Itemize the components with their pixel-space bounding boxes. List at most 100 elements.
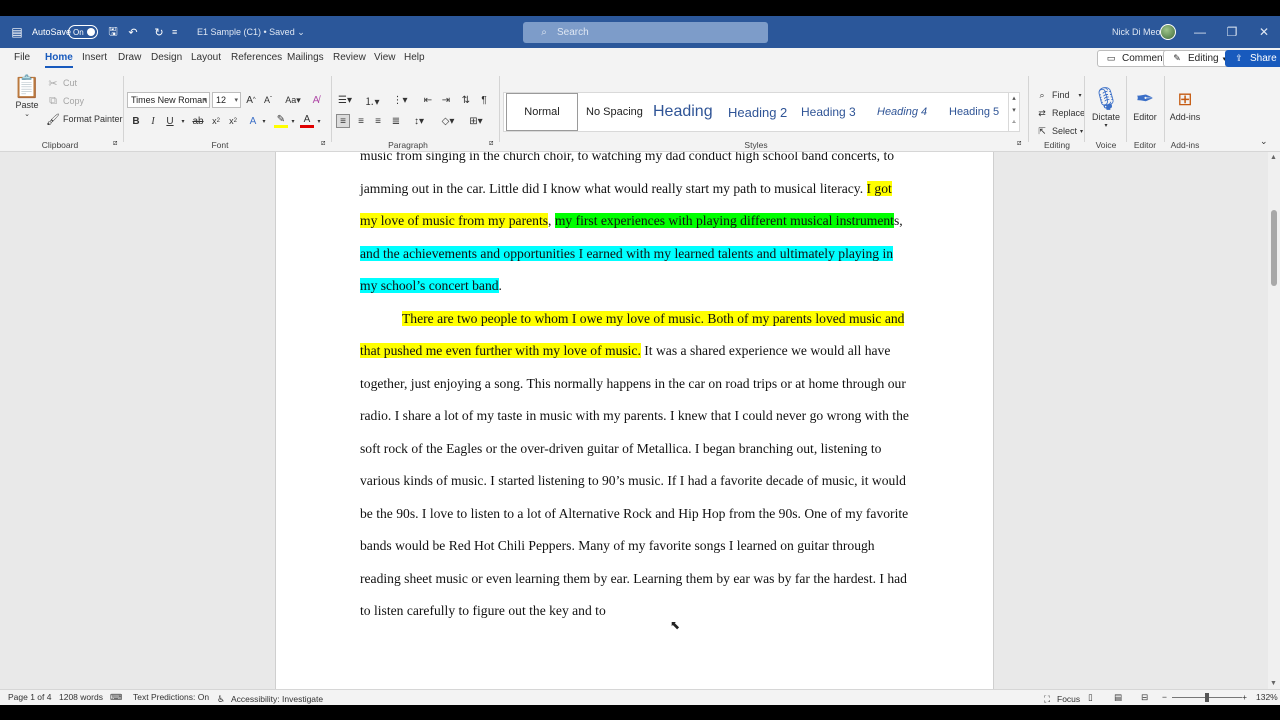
select-button[interactable]: ⇱ Select ▾: [1035, 124, 1083, 138]
tab-draw[interactable]: Draw: [118, 52, 141, 63]
text-effects-dropdown-icon[interactable]: ▾: [257, 114, 271, 128]
page-count[interactable]: Page 1 of 4: [8, 692, 51, 702]
align-center-icon[interactable]: ≡: [354, 114, 368, 128]
document-body[interactable]: music from singing in the church choir, …: [360, 152, 912, 628]
highlighter-dropdown-icon[interactable]: ▾: [286, 114, 300, 128]
vertical-scrollbar[interactable]: ▲ ▼: [1268, 152, 1280, 689]
search-box[interactable]: ⌕ Search: [523, 22, 768, 43]
tab-mailings[interactable]: Mailings: [287, 52, 324, 63]
tab-insert[interactable]: Insert: [82, 52, 107, 63]
minimize-button[interactable]: —: [1184, 16, 1216, 48]
underline-icon[interactable]: U: [163, 114, 177, 128]
web-layout-icon[interactable]: ⊟: [1141, 692, 1148, 703]
dictate-button[interactable]: 🎙 Dictate ▾: [1087, 86, 1125, 129]
multilevel-list-icon[interactable]: ⋮▾: [391, 93, 409, 107]
autosave-toggle[interactable]: On: [68, 16, 98, 48]
align-left-icon[interactable]: ≡: [336, 114, 350, 128]
user-name[interactable]: Nick Di Meo: [1112, 16, 1161, 48]
share-button[interactable]: ⇪ Share: [1225, 50, 1280, 67]
change-case-icon[interactable]: Aa▾: [283, 93, 303, 107]
editor-button[interactable]: ✒ Editor: [1126, 86, 1164, 122]
numbering-icon[interactable]: ⒈▾: [363, 93, 381, 108]
line-spacing-icon[interactable]: ↕▾: [409, 114, 429, 128]
shading-icon[interactable]: ◇▾: [438, 114, 458, 128]
zoom-slider-thumb[interactable]: [1205, 693, 1209, 702]
tab-references[interactable]: References: [231, 52, 282, 63]
word-count[interactable]: 1208 words: [59, 692, 103, 702]
font-color-dropdown-icon[interactable]: ▾: [312, 114, 326, 128]
style-normal[interactable]: Normal: [506, 93, 578, 131]
decrease-indent-icon[interactable]: ⇤: [421, 93, 435, 107]
borders-icon[interactable]: ⊞▾: [466, 114, 486, 128]
paragraph[interactable]: There are two people to whom I owe my lo…: [360, 303, 912, 628]
shrink-font-icon[interactable]: Aˇ: [261, 93, 275, 107]
font-size-select[interactable]: 12 ▾: [212, 92, 241, 108]
style-heading-4[interactable]: Heading 4: [877, 93, 927, 131]
editing-mode-button[interactable]: ✎Editing▾: [1163, 50, 1234, 67]
tab-layout[interactable]: Layout: [191, 52, 221, 63]
focus-button[interactable]: ⛶ Focus: [1040, 692, 1080, 705]
accessibility-status[interactable]: ♿ Accessibility: Investigate: [214, 692, 323, 705]
bullets-icon[interactable]: ☰▾: [336, 93, 354, 107]
replace-button[interactable]: ⇄ Replace: [1035, 106, 1085, 120]
paste-button[interactable]: 📋 Paste ⌄: [8, 74, 46, 118]
tab-file[interactable]: File: [14, 52, 30, 63]
align-right-icon[interactable]: ≡: [371, 114, 385, 128]
zoom-level[interactable]: 132%: [1256, 692, 1278, 702]
document-title[interactable]: E1 Sample (C1) • Saved ⌄: [197, 16, 305, 48]
tab-view[interactable]: View: [374, 52, 396, 63]
text-predictions[interactable]: Text Predictions: On: [133, 692, 209, 702]
scroll-thumb[interactable]: [1271, 210, 1277, 286]
zoom-in-icon[interactable]: +: [1242, 692, 1247, 702]
justify-icon[interactable]: ≣: [389, 114, 403, 128]
superscript-icon[interactable]: x2: [226, 114, 240, 128]
scroll-up-icon[interactable]: ▲: [1270, 154, 1277, 161]
read-mode-icon[interactable]: ▯: [1088, 692, 1093, 703]
styles-scroll[interactable]: ▴ ▾ ⩡: [1008, 93, 1019, 131]
style-heading-3[interactable]: Heading 3: [801, 93, 856, 131]
zoom-out-icon[interactable]: −: [1162, 692, 1167, 702]
underline-dropdown-icon[interactable]: ▾: [176, 114, 190, 128]
tab-help[interactable]: Help: [404, 52, 425, 63]
undo-icon[interactable]: ↶: [126, 16, 140, 48]
addins-button[interactable]: ⊞ Add-ins: [1166, 86, 1204, 122]
grow-font-icon[interactable]: A ^: [244, 93, 258, 107]
save-icon[interactable]: 🖫: [106, 16, 120, 48]
strikethrough-icon[interactable]: ab: [191, 114, 205, 128]
paragraph-launcher-icon[interactable]: ⧄: [489, 140, 493, 148]
print-layout-icon[interactable]: ▤: [1114, 692, 1122, 703]
customize-qat-icon[interactable]: ≡: [172, 16, 177, 48]
redo-icon[interactable]: ↻: [152, 16, 166, 48]
bold-icon[interactable]: B: [129, 114, 143, 128]
style-heading-5[interactable]: Heading 5: [949, 93, 999, 131]
font-launcher-icon[interactable]: ⧄: [321, 140, 325, 148]
avatar[interactable]: [1160, 16, 1176, 48]
style-heading-1[interactable]: Heading: [653, 93, 713, 131]
styles-launcher-icon[interactable]: ⧄: [1017, 140, 1021, 148]
paragraph[interactable]: music from singing in the church choir, …: [360, 152, 912, 303]
subscript-icon[interactable]: x2: [209, 114, 223, 128]
clipboard-launcher-icon[interactable]: ⧄: [113, 140, 117, 148]
close-button[interactable]: ✕: [1248, 16, 1280, 48]
cut-button[interactable]: ✂ Cut: [46, 76, 77, 90]
clear-formatting-icon[interactable]: A̸: [309, 93, 323, 107]
tab-design[interactable]: Design: [151, 52, 182, 63]
tab-home[interactable]: Home: [45, 52, 73, 68]
word-app-icon[interactable]: ▤: [10, 16, 24, 48]
style-no-spacing[interactable]: No Spacing: [586, 93, 643, 131]
proofing-icon[interactable]: ⌨: [110, 692, 122, 703]
format-painter-button[interactable]: 🖌 Format Painter: [46, 112, 123, 126]
increase-indent-icon[interactable]: ⇥: [439, 93, 453, 107]
font-family-select[interactable]: Times New Roman ▾: [127, 92, 210, 108]
italic-icon[interactable]: I: [146, 114, 160, 128]
copy-button[interactable]: ⧉ Copy: [46, 94, 84, 108]
tab-review[interactable]: Review: [333, 52, 366, 63]
sort-icon[interactable]: ⇅: [459, 93, 473, 107]
document-page[interactable]: music from singing in the church choir, …: [275, 152, 994, 689]
restore-button[interactable]: ❐: [1216, 16, 1248, 48]
scroll-down-icon[interactable]: ▼: [1270, 680, 1277, 687]
style-heading-2[interactable]: Heading 2: [728, 93, 787, 131]
find-button[interactable]: ⌕ Find ▾: [1035, 88, 1081, 102]
pilcrow-icon[interactable]: ¶: [477, 93, 491, 107]
collapse-ribbon-icon[interactable]: ⌄: [1260, 136, 1268, 147]
